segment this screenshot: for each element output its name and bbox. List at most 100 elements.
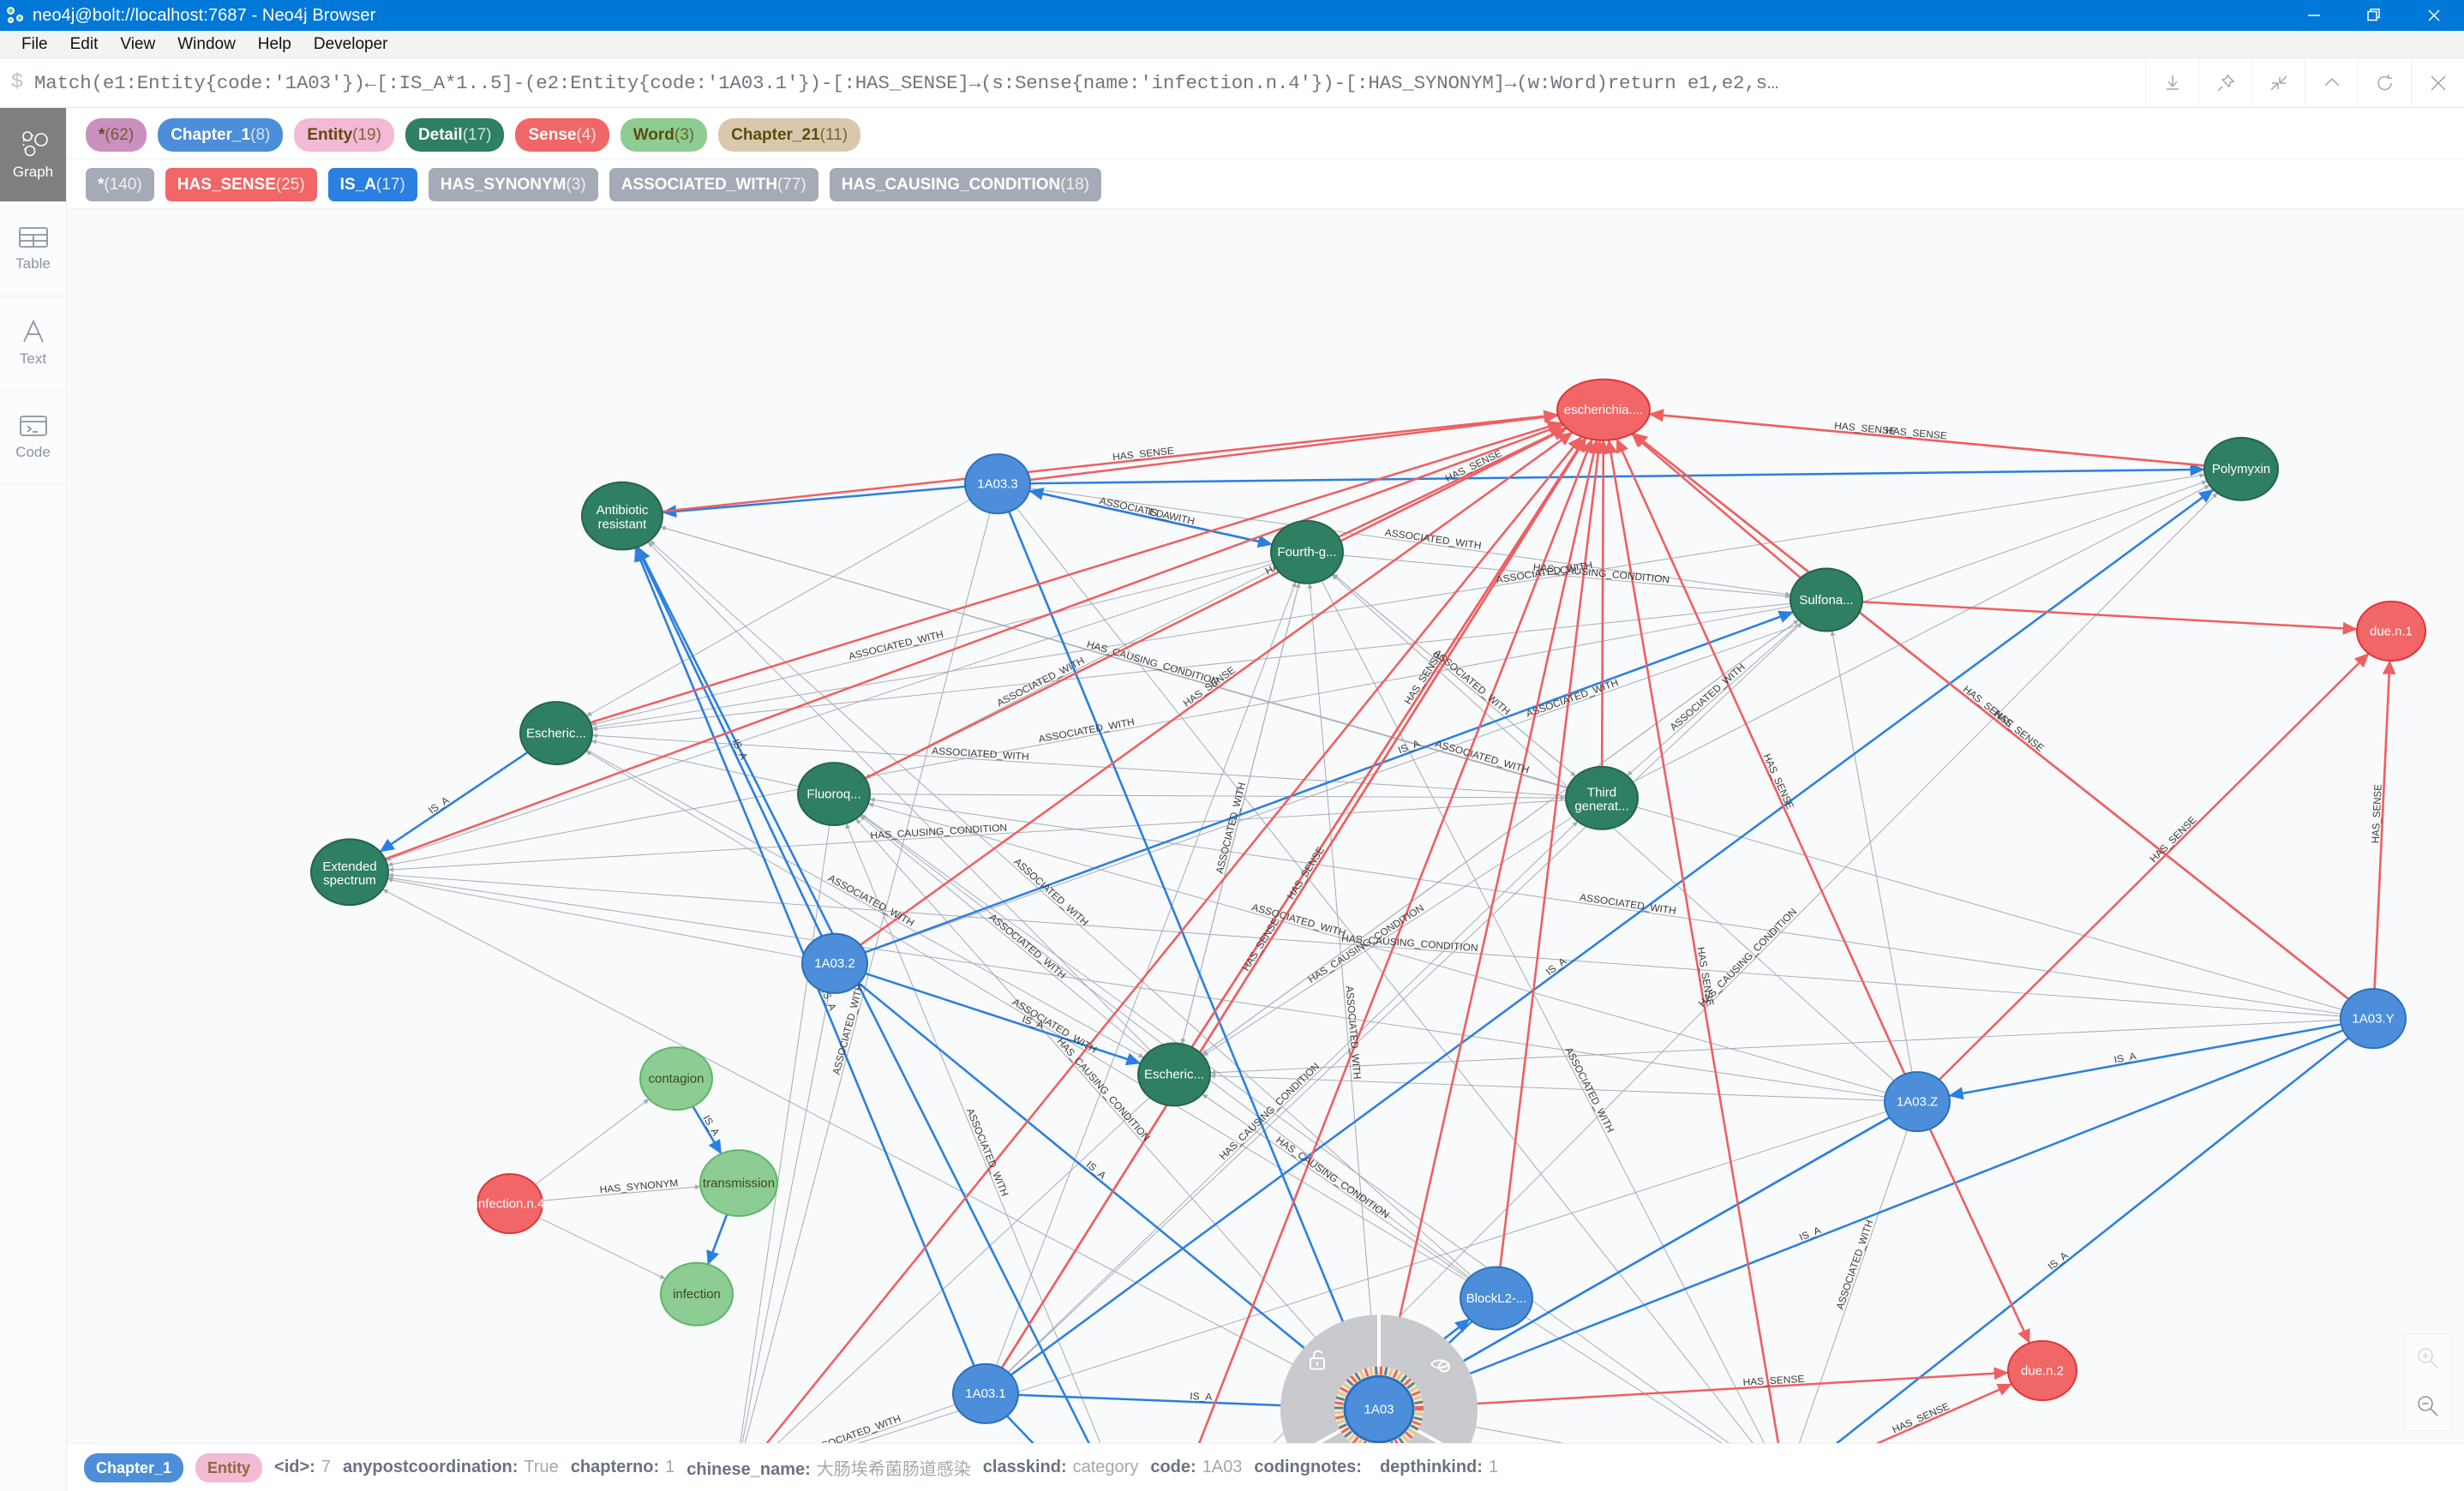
- zoom-in-icon[interactable]: [2405, 1334, 2451, 1382]
- graph-edge[interactable]: [1209, 1073, 1885, 1101]
- chevron-up-icon[interactable]: [2305, 57, 2358, 108]
- graph-edge[interactable]: [1928, 1128, 2031, 1344]
- graph-node-due_n_1[interactable]: due.n.1: [2356, 600, 2426, 662]
- graph-edge[interactable]: [1410, 1029, 2344, 1398]
- graph-edge[interactable]: [1412, 1367, 2009, 1409]
- legend-rel-is-a[interactable]: IS_A(17): [327, 168, 417, 201]
- graph-node-1A03_Y[interactable]: 1A03.Y: [2340, 988, 2407, 1050]
- graph-edge[interactable]: [1407, 1116, 1891, 1394]
- graph-node-1A03_1[interactable]: 1A03.1: [952, 1362, 1019, 1424]
- legend-rel-has-synonym[interactable]: HAS_SYNONYM(3): [428, 168, 598, 201]
- graph-edge[interactable]: [1525, 1316, 1757, 1443]
- graph-edge[interactable]: [858, 982, 1354, 1389]
- node-label: Polymyxin: [2212, 463, 2270, 476]
- download-icon[interactable]: [2145, 57, 2198, 108]
- menu-developer[interactable]: Developer: [303, 33, 399, 56]
- menu-edit[interactable]: Edit: [59, 33, 110, 56]
- status-badge-entity[interactable]: Entity: [195, 1452, 263, 1482]
- edge-label: HAS_SENSE: [1286, 845, 1328, 901]
- menu-help[interactable]: Help: [247, 33, 303, 56]
- status-badge-chapter1[interactable]: Chapter_1: [84, 1452, 184, 1482]
- menu-view[interactable]: View: [109, 33, 166, 56]
- graph-edge[interactable]: [1029, 463, 2205, 485]
- legend-chip-chapter1[interactable]: Chapter_1(8): [158, 118, 284, 152]
- menu-window[interactable]: Window: [166, 33, 247, 56]
- graph-edge[interactable]: [538, 1217, 666, 1279]
- graph-edge[interactable]: [661, 485, 966, 518]
- graph-edge[interactable]: [1817, 1383, 2013, 1443]
- graph-node-1A03_2[interactable]: 1A03.2: [801, 932, 868, 994]
- query-text[interactable]: Match(e1:Entity{code:'1A03'})←[:IS_A*1..…: [34, 72, 2145, 94]
- legend-rel-has-sense[interactable]: HAS_SENSE(25): [165, 168, 317, 201]
- graph-edge[interactable]: [379, 751, 529, 853]
- graph-node-fourth_g[interactable]: Fourth-g...: [1270, 519, 1344, 584]
- graph-edge[interactable]: [1596, 440, 1610, 767]
- edge-label: ASSOCIATED_WITH: [986, 912, 1068, 981]
- sidebar-item-text[interactable]: Text: [0, 296, 66, 391]
- graph-node-sulfona[interactable]: Sulfona...: [1790, 567, 1863, 632]
- graph-edge[interactable]: [706, 1213, 728, 1266]
- graph-edge[interactable]: [534, 1099, 650, 1185]
- graph-node-extended_spectrum[interactable]: Extendedspectrum: [310, 838, 389, 907]
- collapse-icon[interactable]: [2251, 57, 2305, 108]
- graph-edge[interactable]: [1005, 1415, 1130, 1443]
- sidebar-item-graph[interactable]: Graph: [0, 108, 66, 202]
- legend-chip-sense[interactable]: Sense(4): [515, 118, 609, 152]
- graph-edge[interactable]: [739, 824, 830, 1443]
- legend-rel-has-causing-condition[interactable]: HAS_CAUSING_CONDITION(18): [829, 168, 1102, 201]
- graph-edge[interactable]: [1631, 433, 1802, 579]
- legend-chip-all-nodes[interactable]: *(62): [86, 118, 147, 152]
- graph-edge[interactable]: [740, 992, 830, 1443]
- legend-rel-all[interactable]: *(140): [86, 168, 154, 201]
- graph-node-polymyxin[interactable]: Polymyxin: [2203, 436, 2279, 501]
- graph-node-blockL2[interactable]: BlockL2-...: [1460, 1266, 1533, 1331]
- legend-chip-detail[interactable]: Detail(17): [405, 118, 505, 152]
- graph-visualization[interactable]: ASSOCIATED_WITH ASSOCIATED_WITH ASSOCIATED…: [67, 209, 2464, 1443]
- graph-edge[interactable]: [1948, 1023, 2341, 1100]
- close-icon[interactable]: [2411, 57, 2464, 108]
- graph-node-escheric_b[interactable]: Escheric...: [1137, 1042, 1211, 1107]
- legend-chip-entity[interactable]: Entity(19): [294, 118, 394, 152]
- graph-node-1A03[interactable]: 1A03: [1343, 1374, 1415, 1443]
- graph-node-contagion[interactable]: contagion: [639, 1046, 713, 1111]
- graph-node-escheric_a[interactable]: Escheric...: [519, 701, 593, 765]
- minimize-icon[interactable]: [2284, 0, 2344, 31]
- graph-edge[interactable]: [591, 739, 800, 787]
- legend-chip-chapter21[interactable]: Chapter_21(11): [718, 118, 861, 152]
- graph-node-1A03_Z[interactable]: 1A03.Z: [1884, 1071, 1951, 1133]
- edge-label: ASSOCIATED_WITH: [1384, 527, 1482, 551]
- menu-file[interactable]: File: [10, 33, 59, 56]
- graph-node-due_n_2[interactable]: due.n.2: [2007, 1340, 2077, 1402]
- close-icon[interactable]: [2404, 0, 2464, 31]
- graph-edge[interactable]: [1008, 511, 1368, 1380]
- graph-edge[interactable]: [387, 877, 803, 958]
- node-label: Sulfona...: [1799, 594, 1853, 608]
- legend-rel-associated-with[interactable]: ASSOCIATED_WITH(77): [609, 168, 818, 201]
- graph-node-third_generat[interactable]: Thirdgenerat...: [1565, 765, 1639, 830]
- graph-edge[interactable]: [1830, 630, 1913, 1073]
- graph-node-fluoroq[interactable]: Fluoroq...: [797, 762, 871, 826]
- graph-node-infection[interactable]: infection: [660, 1261, 734, 1326]
- sidebar-item-table[interactable]: Table: [0, 202, 66, 296]
- edge-label: ASSOCIATED_WITH: [1434, 739, 1531, 776]
- graph-edge[interactable]: [647, 542, 1152, 1051]
- graph-canvas[interactable]: ASSOCIATED_WITH ASSOCIATED_WITH ASSOCIATED…: [67, 208, 2464, 1443]
- pin-icon[interactable]: [2198, 57, 2251, 108]
- restore-icon[interactable]: [2344, 0, 2404, 31]
- graph-edge[interactable]: [1209, 1019, 2341, 1075]
- graph-edge[interactable]: [1632, 484, 2210, 783]
- zoom-out-icon[interactable]: [2405, 1382, 2451, 1430]
- graph-node-escherichia[interactable]: escherichia....: [1556, 378, 1651, 441]
- graph-node-1A03_3[interactable]: 1A03.3: [964, 453, 1031, 515]
- graph-node-antibiotic_resistant[interactable]: Antibioticresistant: [581, 481, 663, 551]
- refresh-icon[interactable]: [2358, 57, 2411, 108]
- legend-chip-word[interactable]: Word(3): [620, 118, 708, 152]
- graph-edge[interactable]: [869, 793, 1567, 800]
- edge-label: HAS_CAUSING_CONDITION: [870, 823, 1007, 841]
- graph-node-transmission[interactable]: transmission: [699, 1149, 778, 1217]
- sidebar-item-code[interactable]: Code: [0, 391, 66, 485]
- graph-node-infection_n_4[interactable]: infection.n.4: [476, 1173, 545, 1235]
- edge-label: ASSOCIATED_WITH: [995, 656, 1087, 709]
- graph-edge[interactable]: [1861, 601, 2358, 635]
- graph-edge[interactable]: [757, 435, 1583, 1443]
